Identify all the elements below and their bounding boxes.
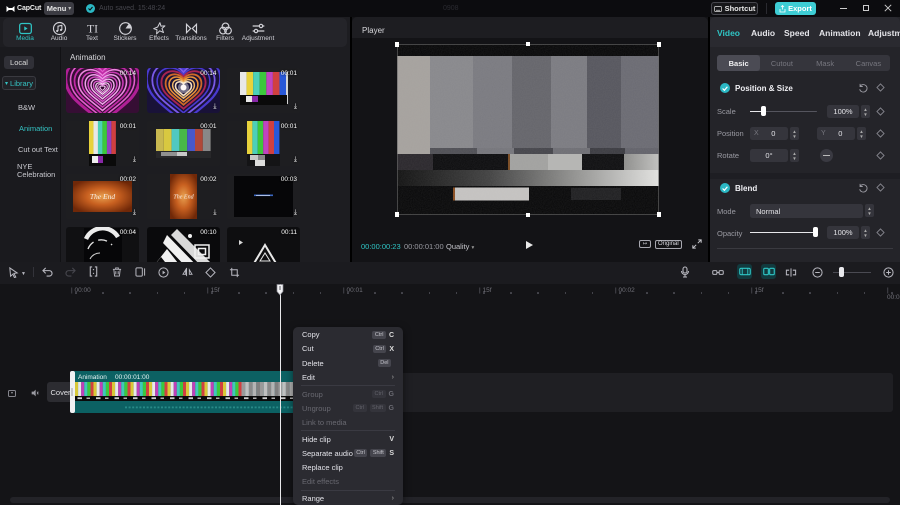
svg-text:00:00:01:00: 00:00:01:00 (115, 374, 150, 381)
svg-text:The End: The End (90, 192, 115, 201)
svg-text:Animation: Animation (78, 374, 107, 381)
svg-text:TI: TI (86, 23, 97, 36)
svg-text:The End: The End (173, 195, 194, 201)
